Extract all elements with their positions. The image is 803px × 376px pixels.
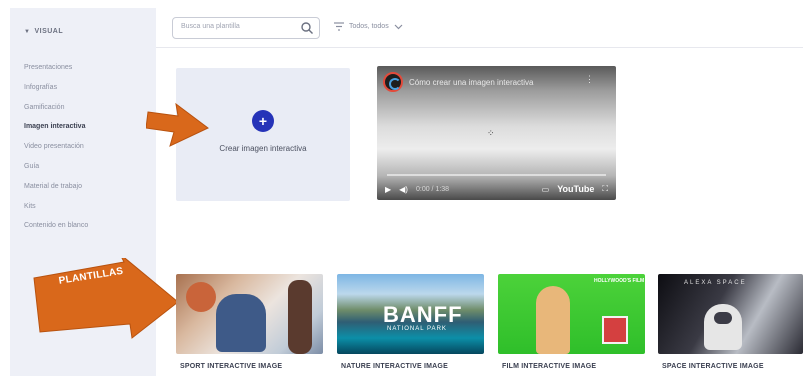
sidebar-item-kits[interactable]: Kits <box>24 197 88 217</box>
thumb-subtitle: NATIONAL PARK <box>387 326 447 332</box>
template-label[interactable]: SPORT INTERACTIVE IMAGE <box>180 363 282 370</box>
search-icon[interactable] <box>300 21 314 35</box>
loading-spinner-icon: ⁘ <box>487 128 495 138</box>
top-bar: Busca una plantilla Todos, todos <box>156 8 803 48</box>
thumb-title: ALEXA SPACE <box>684 280 747 286</box>
template-thumbnail[interactable] <box>176 274 323 354</box>
template-label[interactable]: NATURE INTERACTIVE IMAGE <box>341 363 448 370</box>
template-card-nature[interactable]: BANFF NATIONAL PARK NATURE INTERACTIVE I… <box>337 274 484 376</box>
template-label[interactable]: FILM INTERACTIVE IMAGE <box>502 363 596 370</box>
sidebar-section-label: VISUAL <box>34 28 64 35</box>
plus-icon[interactable]: + <box>252 110 274 132</box>
sidebar-item-imagen-interactiva[interactable]: Imagen interactiva <box>24 117 88 137</box>
sidebar-item-material-de-trabajo[interactable]: Material de trabajo <box>24 177 88 197</box>
sidebar-item-gamificacion[interactable]: Gamificación <box>24 98 88 118</box>
template-thumbnail[interactable]: BANFF NATIONAL PARK <box>337 274 484 354</box>
channel-avatar[interactable] <box>383 72 403 92</box>
filter-label: Todos, todos <box>349 23 389 30</box>
template-card-film[interactable]: HOLLYWOOD'S FILM FILM INTERACTIVE IMAGE <box>498 274 645 376</box>
chevron-down-icon <box>394 24 403 29</box>
thumb-shape <box>602 316 628 344</box>
sidebar-list: Presentaciones Infografías Gamificación … <box>24 58 88 236</box>
fullscreen-icon[interactable]: ⛶ <box>602 184 608 194</box>
filter-icon <box>334 22 344 31</box>
video-title[interactable]: Cómo crear una imagen interactiva <box>409 78 534 87</box>
thumb-shape <box>714 312 732 324</box>
template-thumbnail[interactable]: HOLLYWOOD'S FILM <box>498 274 645 354</box>
search-input[interactable]: Busca una plantilla <box>172 17 320 39</box>
volume-icon[interactable]: ◀) <box>399 185 408 194</box>
video-time: 0:00 / 1:38 <box>415 185 450 193</box>
subtitles-icon[interactable]: ▭ <box>542 185 550 194</box>
filter-dropdown[interactable]: Todos, todos <box>334 22 403 31</box>
sidebar-item-video-presentacion[interactable]: Video presentación <box>24 137 88 157</box>
youtube-logo[interactable]: YouTube <box>557 184 594 194</box>
sidebar-section-visual[interactable]: ▼ VISUAL <box>24 28 63 35</box>
sidebar-item-presentaciones[interactable]: Presentaciones <box>24 58 88 78</box>
thumb-shape <box>186 282 216 312</box>
thumb-shape <box>536 286 570 354</box>
thumb-shape <box>288 280 312 354</box>
thumb-shape <box>704 304 742 350</box>
sidebar-item-infografias[interactable]: Infografías <box>24 78 88 98</box>
caret-down-icon: ▼ <box>24 28 31 35</box>
template-card-sport[interactable]: SPORT INTERACTIVE IMAGE <box>176 274 323 376</box>
play-icon[interactable]: ▶ <box>385 185 391 194</box>
annotation-arrow-icon <box>146 102 209 147</box>
tutorial-video[interactable]: Cómo crear una imagen interactiva ⋮ ⁘ ▶ … <box>377 66 616 200</box>
thumb-shape <box>216 294 266 352</box>
sidebar-item-guia[interactable]: Guía <box>24 157 88 177</box>
video-progress-bar[interactable] <box>387 174 606 176</box>
search-placeholder: Busca una plantilla <box>181 23 240 30</box>
thumb-title: BANFF <box>383 302 463 327</box>
thumb-title: HOLLYWOOD'S FILM <box>594 278 645 284</box>
sidebar-item-contenido-en-blanco[interactable]: Contenido en blanco <box>24 216 88 236</box>
template-card-space[interactable]: ALEXA SPACE SPACE INTERACTIVE IMAGE <box>658 274 803 376</box>
video-controls: ▶ ◀) 0:00 / 1:38 ▭ YouTube ⛶ <box>377 178 616 200</box>
template-thumbnail[interactable]: ALEXA SPACE <box>658 274 803 354</box>
template-label[interactable]: SPACE INTERACTIVE IMAGE <box>662 363 764 370</box>
more-options-icon[interactable]: ⋮ <box>585 75 594 84</box>
